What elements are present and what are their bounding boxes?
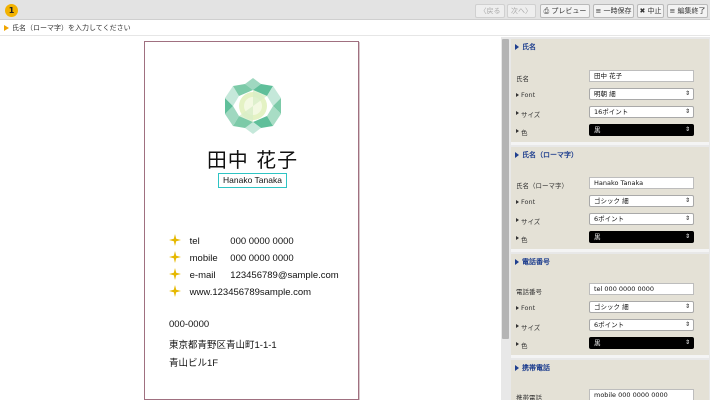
card-building-text[interactable]: 青山ビル1F — [169, 355, 218, 369]
name-color-select[interactable]: 黒 ⇕ — [589, 124, 694, 136]
email-label: e-mail — [189, 270, 216, 281]
section-phone: 電話番号 電話番号 tel 000 0000 0000 Font ゴシック 細 ⇕… — [511, 254, 709, 358]
finish-edit-button[interactable]: ≡ 編集終了 — [667, 4, 708, 18]
phone-size-select[interactable]: 6ポイント ⇕ — [589, 319, 694, 331]
roman-size-value: 6ポイント — [594, 215, 625, 223]
preview-label: プレビュー — [551, 7, 587, 15]
name-size-select[interactable]: 16ポイント ⇕ — [589, 106, 694, 118]
name-input[interactable]: 田中 花子 — [589, 70, 694, 82]
phone-size-value: 6ポイント — [594, 321, 625, 329]
step-badge: 1 — [5, 4, 18, 17]
cancel-button[interactable]: ✖ 中止 — [637, 4, 664, 18]
sparkle-bullet-icon — [169, 234, 181, 247]
card-name-text[interactable]: 田中 花子 — [145, 144, 360, 173]
arrow-right-icon — [4, 25, 9, 31]
roman-color-select[interactable]: 黒 ⇕ — [589, 231, 694, 243]
roman-size-select[interactable]: 6ポイント ⇕ — [589, 213, 694, 225]
roman-name-input[interactable]: Hanako Tanaka — [589, 177, 694, 189]
size-label: サイズ — [516, 322, 540, 332]
temp-save-button[interactable]: ≡ 一時保存 — [593, 4, 634, 18]
color-label: 色 — [516, 234, 528, 244]
printer-icon: ⎙ — [543, 7, 550, 15]
instruction-bar: 氏名（ローマ字）を入力してください — [0, 21, 710, 36]
updown-arrow-icon: ⇕ — [684, 126, 690, 133]
card-mobile-line[interactable]: mobile 000 0000 0000 — [169, 251, 294, 266]
phone-color-select[interactable]: 黒 ⇕ — [589, 337, 694, 349]
section-phone-title[interactable]: 電話番号 — [511, 254, 709, 270]
preview-button[interactable]: ⎙ プレビュー — [540, 4, 590, 18]
sparkle-bullet-icon — [169, 285, 181, 298]
roman-field-label: 氏名（ローマ字） — [516, 182, 568, 190]
list-icon: ≡ — [669, 7, 676, 15]
phone-font-select[interactable]: ゴシック 細 ⇕ — [589, 301, 694, 313]
name-size-value: 16ポイント — [594, 108, 629, 116]
font-label: Font — [516, 304, 535, 312]
section-name: 氏名 氏名 田中 花子 Font 明朝 細 ⇕ サイズ 16ポイント ⇕ 色 黒 ⇕ — [511, 39, 709, 145]
sparkle-bullet-icon — [169, 268, 181, 281]
card-address-text[interactable]: 東京都青野区青山町1-1-1 — [169, 337, 277, 351]
section-name-title[interactable]: 氏名 — [511, 39, 709, 55]
back-button[interactable]: 〈戻る — [475, 4, 505, 18]
gem-logo-icon — [225, 78, 281, 134]
card-tel-line[interactable]: tel 000 0000 0000 — [169, 234, 294, 249]
canvas-scrollbar[interactable] — [501, 37, 510, 400]
name-font-select[interactable]: 明朝 細 ⇕ — [589, 88, 694, 100]
color-label: 色 — [516, 340, 528, 350]
mobile-input[interactable]: mobile 000 0000 0000 — [589, 389, 694, 400]
card-email-line[interactable]: e-mail 123456789@sample.com — [169, 268, 339, 283]
section-roman-name: 氏名（ローマ字） 氏名（ローマ字） Hanako Tanaka Font ゴシッ… — [511, 147, 709, 252]
properties-panel: 氏名 氏名 田中 花子 Font 明朝 細 ⇕ サイズ 16ポイント ⇕ 色 黒 ⇕ … — [510, 37, 710, 400]
updown-arrow-icon: ⇕ — [684, 321, 690, 328]
updown-arrow-icon: ⇕ — [684, 108, 690, 115]
tel-label: tel — [189, 236, 200, 247]
web-value: www.123456789sample.com — [189, 287, 312, 298]
top-toolbar: 1 〈戻る 次へ〉 ⎙ プレビュー ≡ 一時保存 ✖ 中止 ≡ 編集終了 — [0, 0, 710, 20]
section-roman-name-title[interactable]: 氏名（ローマ字） — [511, 147, 709, 163]
updown-arrow-icon: ⇕ — [684, 90, 690, 97]
roman-font-select[interactable]: ゴシック 細 ⇕ — [589, 195, 694, 207]
sparkle-bullet-icon — [169, 251, 181, 264]
temp-save-label: 一時保存 — [603, 7, 632, 15]
mobile-label: mobile — [189, 253, 218, 264]
cancel-label: 中止 — [647, 7, 662, 15]
close-icon: ✖ — [639, 7, 646, 15]
updown-arrow-icon: ⇕ — [684, 215, 690, 222]
next-button[interactable]: 次へ〉 — [507, 4, 536, 18]
list-icon: ≡ — [595, 7, 602, 15]
instruction-text: 氏名（ローマ字）を入力してください — [12, 24, 131, 32]
font-label: Font — [516, 91, 535, 99]
font-label: Font — [516, 198, 535, 206]
card-canvas: 田中 花子 Hanako Tanaka tel 000 0000 0000 mo… — [0, 37, 501, 400]
roman-font-value: ゴシック 細 — [594, 197, 629, 205]
updown-arrow-icon: ⇕ — [684, 233, 690, 240]
roman-color-value: 黒 — [594, 233, 601, 241]
business-card: 田中 花子 Hanako Tanaka tel 000 0000 0000 mo… — [144, 41, 359, 400]
size-label: サイズ — [516, 216, 540, 226]
updown-arrow-icon: ⇕ — [684, 197, 690, 204]
card-zip-text[interactable]: 000-0000 — [169, 319, 209, 330]
name-field-label: 氏名 — [516, 75, 529, 83]
name-color-value: 黒 — [594, 126, 601, 134]
updown-arrow-icon: ⇕ — [684, 303, 690, 310]
phone-color-value: 黒 — [594, 339, 601, 347]
updown-arrow-icon: ⇕ — [684, 339, 690, 346]
color-label: 色 — [516, 127, 528, 137]
phone-field-label: 電話番号 — [516, 288, 542, 296]
section-mobile-title[interactable]: 携帯電話 — [511, 360, 709, 376]
name-font-value: 明朝 細 — [594, 90, 616, 98]
tel-value: 000 0000 0000 — [230, 236, 294, 247]
section-mobile: 携帯電話 携帯電話 mobile 000 0000 0000 — [511, 360, 709, 400]
phone-input[interactable]: tel 000 0000 0000 — [589, 283, 694, 295]
card-web-line[interactable]: www.123456789sample.com — [169, 285, 312, 300]
card-roman-name-text[interactable]: Hanako Tanaka — [218, 173, 287, 188]
mobile-field-label: 携帯電話 — [516, 394, 542, 400]
size-label: サイズ — [516, 109, 540, 119]
email-value: 123456789@sample.com — [230, 270, 339, 281]
scrollbar-thumb[interactable] — [502, 39, 509, 339]
finish-edit-label: 編集終了 — [677, 7, 706, 15]
mobile-value: 000 0000 0000 — [230, 253, 294, 264]
phone-font-value: ゴシック 細 — [594, 303, 629, 311]
